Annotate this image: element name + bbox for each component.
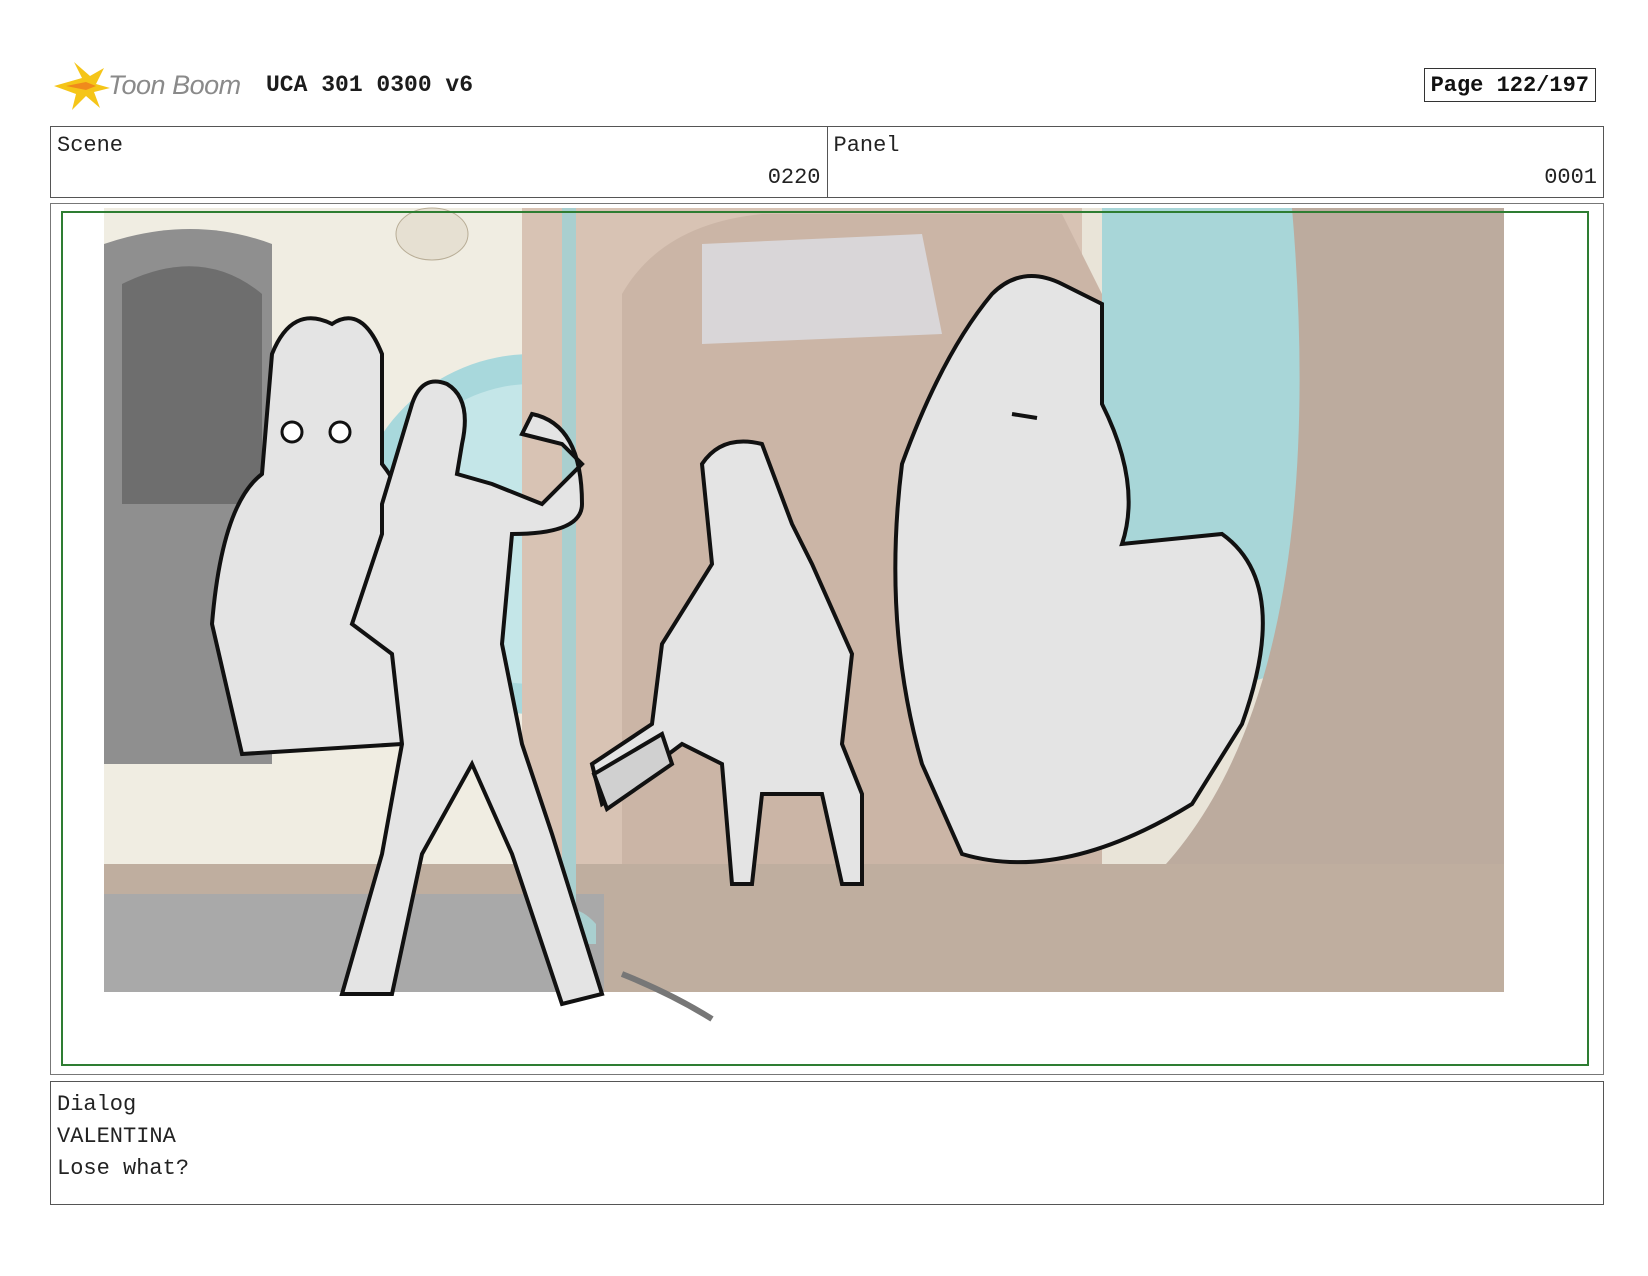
starburst-icon [54, 62, 110, 110]
scene-label: Scene [57, 133, 124, 158]
dialog-character: VALENTINA [57, 1124, 176, 1149]
dialog-line: Lose what? [57, 1156, 190, 1181]
safe-frame-border [61, 211, 1589, 1066]
logo-text: Toon Boom [108, 70, 241, 100]
scene-cell: Scene 0220 [51, 127, 827, 197]
dialog-box: Dialog VALENTINA Lose what? [50, 1081, 1604, 1205]
panel-cell: Panel 0001 [826, 127, 1604, 197]
scene-number: 0220 [767, 165, 821, 190]
document-title: UCA 301 0300 v6 [266, 72, 474, 98]
panel-number: 0001 [1544, 165, 1597, 190]
scene-panel-info: Scene 0220 Panel 0001 [50, 126, 1604, 198]
toon-boom-logo: Toon Boom [52, 58, 252, 114]
page-number: Page 122/197 [1423, 68, 1596, 102]
dialog-label: Dialog [57, 1092, 137, 1117]
panel-label: Panel [833, 133, 900, 158]
storyboard-header: Toon Boom UCA 301 0300 v6 [52, 58, 1612, 114]
